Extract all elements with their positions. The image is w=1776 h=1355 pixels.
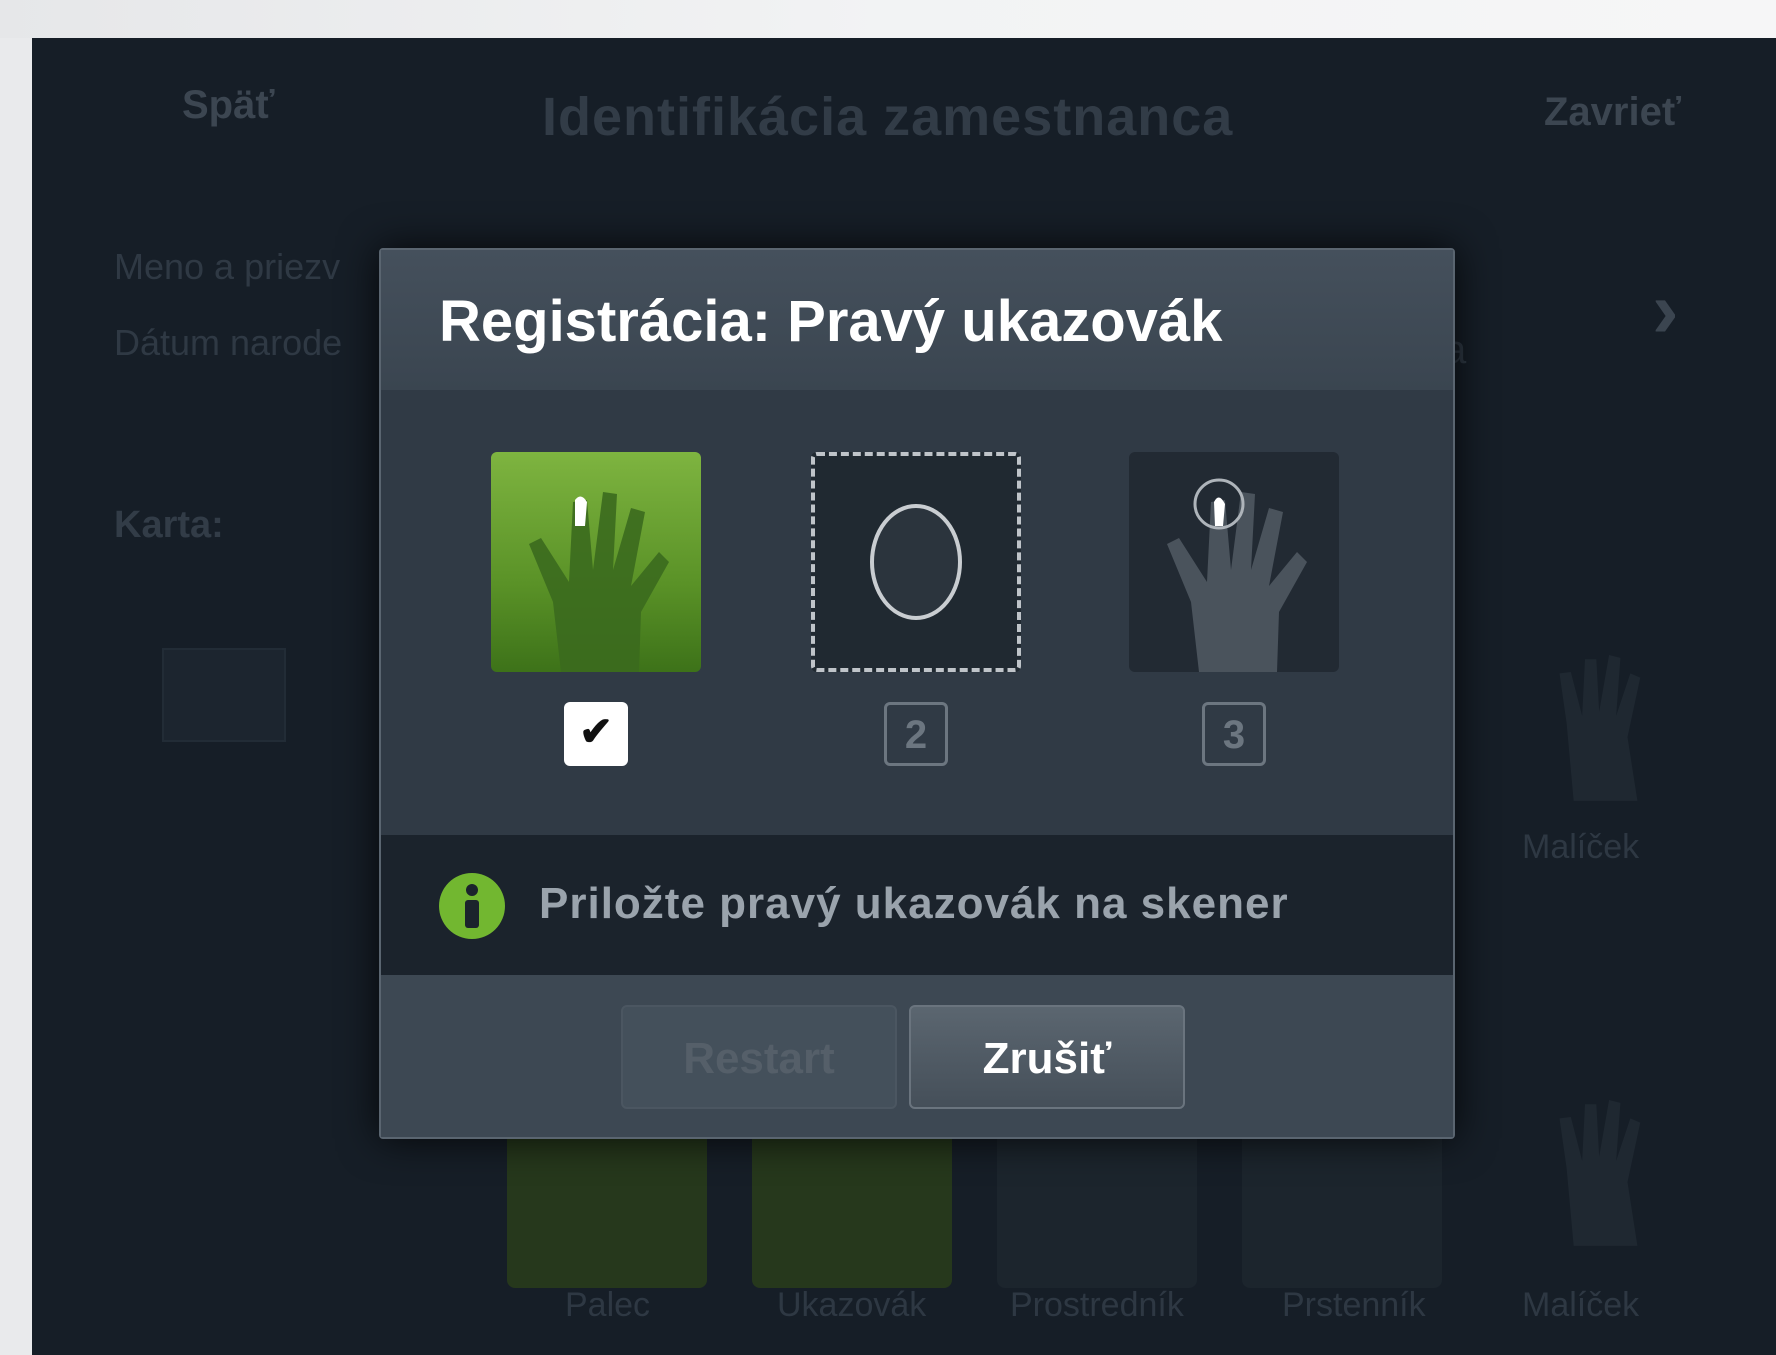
finger-label-ring: Prstenník — [1282, 1286, 1426, 1324]
hand-icon — [1559, 1100, 1641, 1246]
app-screen: Späť Identifikácia zamestnanca Zavrieť M… — [32, 38, 1776, 1355]
finger-label-top-right: Malíček — [1522, 828, 1640, 866]
name-label: Meno a priezv — [114, 246, 341, 287]
cancel-button[interactable]: Zrušiť — [909, 1005, 1185, 1109]
check-icon: ✔ — [564, 702, 628, 766]
card-label: Karta: — [114, 504, 224, 546]
registration-dialog: Registrácia: Pravý ukazovák ✔ 2 3 Prilož… — [379, 248, 1455, 1139]
hand-icon — [1129, 452, 1339, 672]
fingerprint-icon — [811, 452, 1021, 672]
step-1: ✔ — [491, 452, 701, 766]
paper-margin-top — [0, 0, 1776, 38]
card-icon — [162, 648, 286, 742]
finger-tile-ring[interactable] — [1242, 1113, 1442, 1288]
finger-tile-index[interactable] — [752, 1113, 952, 1288]
finger-label-little: Malíček — [1522, 1286, 1640, 1324]
step-3: 3 — [1129, 452, 1339, 766]
step-number-3: 3 — [1202, 702, 1266, 766]
step-number-2: 2 — [884, 702, 948, 766]
hand-icon — [491, 452, 701, 672]
dialog-title: Registrácia: Pravý ukazovák — [439, 289, 1223, 354]
finger-label-thumb: Palec — [565, 1286, 651, 1324]
step-2: 2 — [811, 452, 1021, 766]
paper-margin-left — [0, 38, 32, 1355]
back-button[interactable]: Späť — [182, 83, 275, 128]
info-icon — [439, 873, 505, 939]
finger-label-index: Ukazovák — [777, 1286, 927, 1324]
finger-tile-thumb[interactable] — [507, 1113, 707, 1288]
page-title: Identifikácia zamestnanca — [542, 87, 1234, 147]
finger-label-middle: Prostredník — [1010, 1286, 1184, 1324]
close-button[interactable]: Zavrieť — [1544, 90, 1681, 135]
dialog-footer: Restart Zrušiť — [381, 975, 1453, 1137]
hand-icon — [1559, 655, 1641, 801]
instruction-text: Priložte pravý ukazovák na skener — [539, 879, 1289, 928]
restart-button[interactable]: Restart — [621, 1005, 897, 1109]
chevron-right-icon[interactable]: › — [1652, 264, 1679, 356]
dialog-steps: ✔ 2 3 — [381, 390, 1453, 835]
dialog-header: Registrácia: Pravý ukazovák — [381, 250, 1453, 390]
dob-label: Dátum narode — [114, 322, 343, 363]
finger-tile-middle[interactable] — [997, 1113, 1197, 1288]
instruction-bar: Priložte pravý ukazovák na skener — [381, 835, 1453, 975]
